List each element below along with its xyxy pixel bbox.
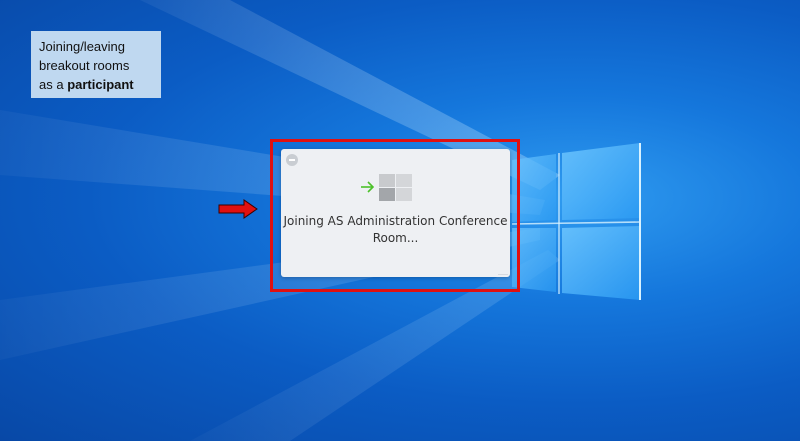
caption-line-2: breakout rooms xyxy=(39,58,130,73)
windows-desktop: Joining/leaving breakout rooms as a part… xyxy=(0,0,800,441)
join-room-icon xyxy=(361,174,412,201)
joining-message: Joining AS Administration Conference Roo… xyxy=(281,213,510,247)
caption-emphasis: participant xyxy=(67,77,134,92)
caption-line-3: as a participant xyxy=(39,75,153,94)
right-arrow-icon xyxy=(218,199,258,219)
joining-message-line-2: Room... xyxy=(372,231,419,245)
caption-line-3-prefix: as a xyxy=(39,77,68,92)
toast-resize-grip xyxy=(498,270,508,275)
minimize-icon[interactable] xyxy=(286,154,298,166)
joining-room-toast: Joining AS Administration Conference Roo… xyxy=(281,149,510,277)
tutorial-caption: Joining/leaving breakout rooms as a part… xyxy=(31,31,161,98)
joining-message-line-1: Joining AS Administration Conference xyxy=(283,214,508,228)
caption-line-1: Joining/leaving xyxy=(39,39,126,54)
